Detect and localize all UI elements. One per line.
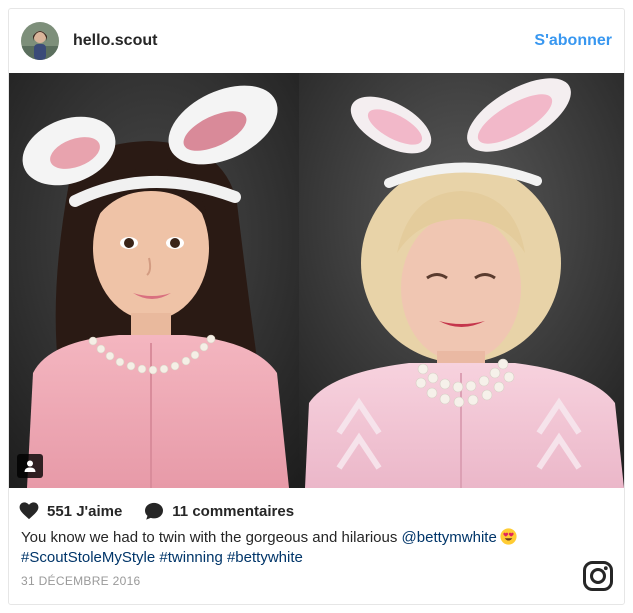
post-caption: You know we had to twin with the gorgeou… bbox=[21, 528, 611, 568]
avatar[interactable] bbox=[21, 22, 59, 60]
likes-count: 551 J'aime bbox=[47, 502, 123, 520]
comment-icon[interactable] bbox=[144, 502, 164, 520]
post-actions: 551 J'aime 11 commentaires bbox=[19, 500, 316, 522]
likes[interactable]: 551 J'aime bbox=[19, 502, 122, 520]
post-header: hello.scout S'abonner bbox=[9, 9, 624, 73]
user-tag-icon[interactable] bbox=[17, 454, 43, 478]
post-date: 31 DÉCEMBRE 2016 bbox=[21, 574, 141, 588]
hashtag-link[interactable]: #twinning bbox=[159, 549, 222, 566]
caption-text: You know we had to twin with the gorgeou… bbox=[21, 529, 402, 546]
follow-button[interactable]: S'abonner bbox=[534, 32, 612, 50]
mention-link[interactable]: @bettymwhite bbox=[402, 529, 497, 546]
heart-eyes-emoji bbox=[500, 528, 517, 545]
instagram-icon[interactable] bbox=[582, 560, 614, 592]
hashtag-link[interactable]: #ScoutStoleMyStyle bbox=[21, 549, 155, 566]
heart-icon[interactable] bbox=[19, 502, 39, 520]
comments[interactable]: 11 commentaires bbox=[144, 502, 294, 520]
username[interactable]: hello.scout bbox=[73, 32, 157, 50]
comments-count: 11 commentaires bbox=[172, 502, 295, 520]
hashtag-link[interactable]: #bettywhite bbox=[227, 549, 303, 566]
instagram-post-card: hello.scout S'abonner 551 J'aime 11 comm… bbox=[8, 8, 625, 605]
post-photo[interactable] bbox=[9, 73, 624, 488]
